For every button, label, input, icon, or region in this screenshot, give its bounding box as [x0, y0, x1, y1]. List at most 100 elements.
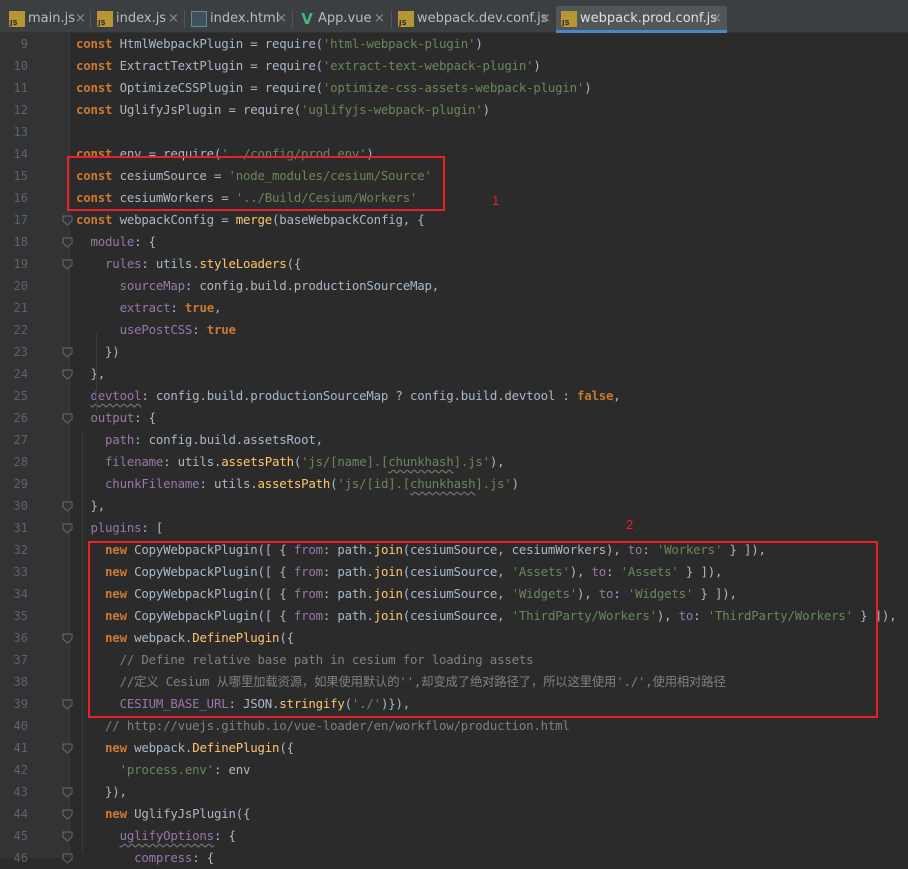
code-token: ExtractTextPlugin = require(	[119, 58, 323, 73]
code-line[interactable]: extract: true,	[76, 297, 222, 319]
close-icon[interactable]: ×	[711, 6, 722, 31]
fold-marker-icon[interactable]	[62, 809, 73, 820]
code-token: chunkhash	[410, 476, 476, 491]
fold-marker-icon[interactable]	[62, 523, 73, 534]
fold-marker-icon[interactable]	[62, 633, 73, 644]
code-token: HtmlWebpackPlugin = require(	[119, 36, 323, 51]
code-line[interactable]: // http://vuejs.github.io/vue-loader/en/…	[76, 715, 570, 737]
line-number: 38	[13, 675, 28, 689]
code-token: : {	[134, 234, 156, 249]
code-line[interactable]: const UglifyJsPlugin = require('uglifyjs…	[76, 99, 490, 121]
editor-tab-bar: JS main.js × JS index.js × index.html × …	[0, 0, 908, 33]
tab-label: main.js	[28, 11, 75, 26]
line-number: 27	[13, 433, 28, 447]
code-token: webpack.	[134, 740, 193, 755]
code-token: const	[76, 36, 120, 51]
line-number: 26	[13, 411, 28, 425]
fold-marker-icon[interactable]	[62, 347, 73, 358]
tab-separator	[90, 10, 91, 28]
code-token: const	[76, 212, 120, 227]
code-token: : config.build.productionSourceMap,	[184, 278, 439, 293]
close-icon[interactable]: ×	[276, 6, 287, 31]
code-token: : {	[213, 828, 236, 843]
vue-file-icon: V	[301, 10, 313, 28]
line-number: 40	[13, 719, 28, 733]
tab-label: index.js	[116, 11, 167, 26]
close-icon[interactable]: ×	[540, 6, 551, 31]
close-icon[interactable]: ×	[374, 6, 385, 31]
code-token: filename	[105, 454, 164, 469]
fold-marker-icon[interactable]	[62, 237, 73, 248]
code-line[interactable]: uglifyOptions: {	[76, 825, 236, 847]
code-token: },	[76, 498, 106, 513]
fold-marker-icon[interactable]	[62, 831, 73, 842]
code-line[interactable]: devtool: config.build.productionSourceMa…	[76, 385, 621, 407]
fold-marker-icon[interactable]	[62, 413, 73, 424]
tab-index-html[interactable]: index.html ×	[186, 6, 290, 33]
fold-marker-icon[interactable]	[62, 369, 73, 380]
fold-marker-icon[interactable]	[62, 853, 73, 864]
code-editor[interactable]: 9 10 11 12 13 14 15 16 17 18 19 20 21 22 23 24 25 26 27 28 2…	[0, 33, 908, 865]
code-line[interactable]: new UglifyJsPlugin({	[76, 803, 250, 825]
close-icon[interactable]: ×	[75, 6, 86, 31]
js-file-icon: JS	[97, 11, 113, 27]
tab-separator	[292, 10, 293, 28]
fold-marker-icon[interactable]	[62, 215, 73, 226]
fold-marker-icon[interactable]	[62, 501, 73, 512]
code-token: sourceMap	[119, 278, 186, 293]
indent-guide	[82, 433, 83, 853]
code-line[interactable]: new webpack.DefinePlugin({	[76, 737, 294, 759]
line-number: 37	[13, 653, 28, 667]
code-line[interactable]: sourceMap: config.build.productionSource…	[76, 275, 440, 297]
fold-marker-icon[interactable]	[62, 259, 73, 270]
code-line[interactable]: 'process.env': env	[76, 759, 251, 781]
line-number: 36	[13, 631, 28, 645]
code-line[interactable]: })	[76, 341, 120, 363]
code-token: : config.build.productionSourceMap ? con…	[141, 388, 577, 403]
tab-separator	[184, 10, 185, 28]
tab-webpack-prod-conf[interactable]: JS webpack.prod.conf.js ×	[556, 6, 727, 33]
tab-webpack-dev-conf[interactable]: JS webpack.dev.conf.js ×	[393, 6, 555, 33]
code-token: uglifyOptions	[119, 828, 215, 843]
code-line[interactable]: plugins: [	[76, 517, 164, 539]
code-token: // http://vuejs.github.io/vue-loader/en/…	[105, 718, 570, 733]
code-line[interactable]: const OptimizeCSSPlugin = require('optim…	[76, 77, 592, 99]
code-token: ].js'	[453, 454, 491, 469]
line-number: 25	[13, 389, 28, 403]
code-token: UglifyJsPlugin = require(	[119, 102, 302, 117]
js-file-icon: JS	[9, 11, 25, 27]
tab-main-js[interactable]: JS main.js ×	[4, 6, 88, 33]
code-token: : {	[134, 410, 156, 425]
code-token: 'process.env'	[119, 762, 215, 777]
line-number: 42	[13, 763, 28, 777]
code-line[interactable]: filename: utils.assetsPath('js/[name].[c…	[76, 451, 505, 473]
code-line[interactable]: const HtmlWebpackPlugin = require('html-…	[76, 33, 483, 55]
line-number: 18	[13, 235, 28, 249]
fold-marker-icon[interactable]	[62, 743, 73, 754]
line-number: 30	[13, 499, 28, 513]
code-line[interactable]: },	[76, 495, 106, 517]
tab-index-js[interactable]: JS index.js ×	[92, 6, 182, 33]
code-token: extract	[119, 300, 171, 315]
code-line[interactable]: },	[76, 363, 106, 385]
code-line[interactable]: const ExtractTextPlugin = require('extra…	[76, 55, 541, 77]
fold-marker-icon[interactable]	[62, 699, 73, 710]
code-line[interactable]: chunkFilename: utils.assetsPath('js/[id]…	[76, 473, 519, 495]
code-line[interactable]: output: {	[76, 407, 157, 429]
tab-app-vue[interactable]: V App.vue ×	[294, 6, 389, 33]
code-line[interactable]: usePostCSS: true	[76, 319, 236, 341]
code-line[interactable]: module: {	[76, 231, 157, 253]
code-line[interactable]: }),	[76, 781, 127, 803]
code-line[interactable]: const webpackConfig = merge(baseWebpackC…	[76, 209, 425, 231]
code-line[interactable]: path: config.build.assetsRoot,	[76, 429, 323, 451]
annotation-2: 2	[626, 517, 634, 532]
close-icon[interactable]: ×	[168, 6, 179, 31]
tab-label: webpack.dev.conf.js	[417, 11, 548, 26]
fold-marker-icon[interactable]	[62, 787, 73, 798]
code-line[interactable]: compress: {	[76, 847, 214, 869]
code-line[interactable]: rules: utils.styleLoaders({	[76, 253, 301, 275]
